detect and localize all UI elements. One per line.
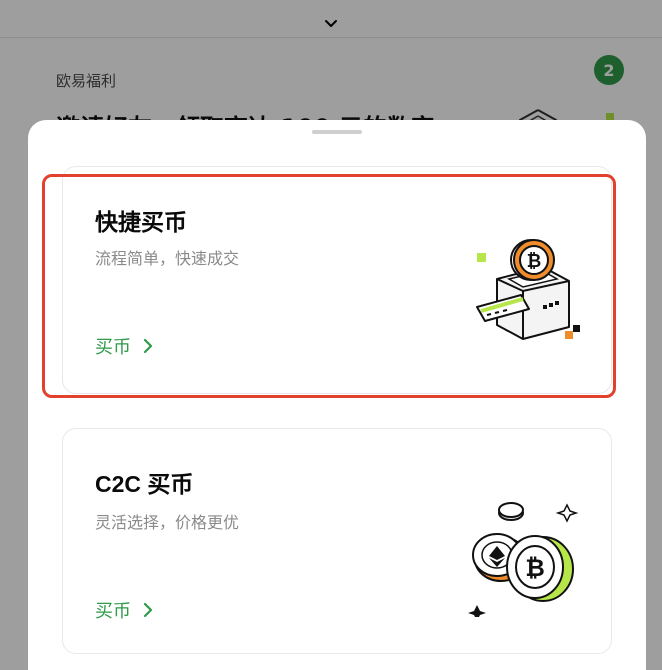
c2c-buy-card[interactable]: C2C 买币 灵活选择，价格更优 买币 ₿ xyxy=(62,428,612,654)
buy-link-label: 买币 xyxy=(95,601,131,622)
coin-stack-icon: ₿ xyxy=(468,502,579,617)
buy-options-sheet: 快捷买币 流程简单，快速成交 买币 ₿ C2C 买币 灵活选择，价格更优 买币 … xyxy=(28,120,646,670)
quick-buy-card[interactable]: 快捷买币 流程简单，快速成交 买币 ₿ xyxy=(62,166,612,394)
card-subtitle: 灵活选择，价格更优 xyxy=(95,513,240,532)
buy-link-label: 买币 xyxy=(95,337,131,358)
chevron-right-icon xyxy=(143,602,153,618)
buy-link[interactable]: 买币 xyxy=(95,597,153,623)
buy-link[interactable]: 买币 xyxy=(95,333,153,359)
chevron-right-icon xyxy=(143,338,153,354)
svg-text:₿: ₿ xyxy=(525,554,545,582)
card-title: 快捷买币 xyxy=(95,209,187,235)
drag-handle[interactable] xyxy=(312,130,362,134)
svg-text:₿: ₿ xyxy=(527,251,542,272)
card-subtitle: 流程简单，快速成交 xyxy=(95,249,240,268)
card-title: C2C 买币 xyxy=(95,471,194,497)
coin-card-machine-icon: ₿ xyxy=(476,239,580,340)
